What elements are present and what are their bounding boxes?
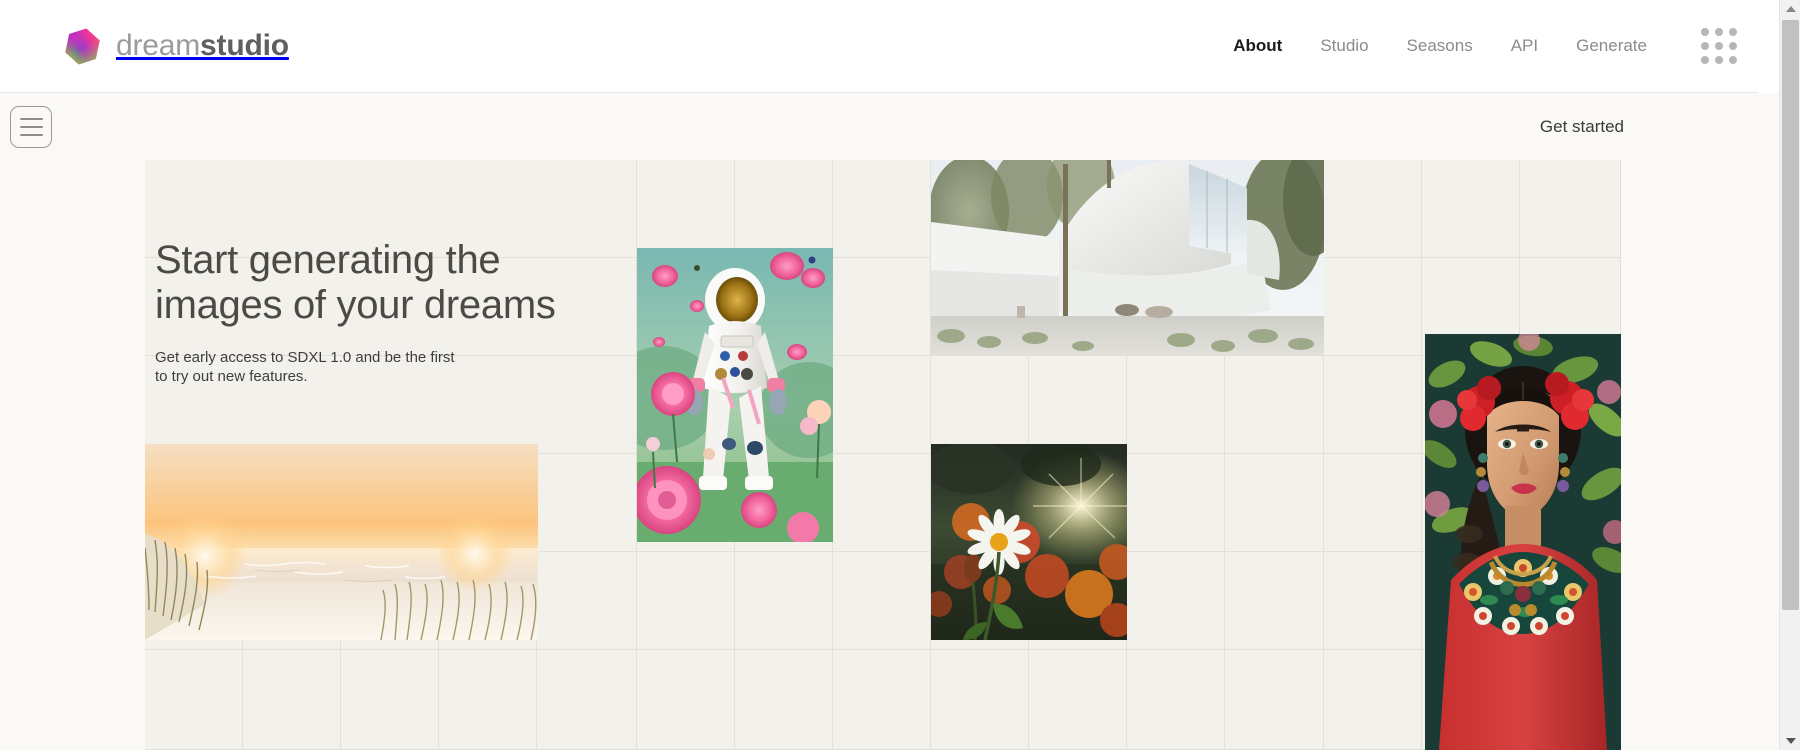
nav-item-about[interactable]: About [1233,36,1282,56]
gallery-tile-frida-portrait[interactable] [1425,334,1621,750]
brand-name-first: dream [116,29,201,62]
architecture-white-pavilion-image [931,160,1324,356]
apps-grid-icon[interactable] [1701,28,1737,64]
astronaut-in-roses-image [637,248,833,542]
beach-dune-sunset-image [145,444,538,640]
image-grid: Start generating the images of your drea… [145,160,1621,750]
top-navigation-bar: dreamstudio About Studio Seasons API Gen… [0,0,1779,93]
vertical-scrollbar[interactable] [1779,0,1800,750]
hexagon-gradient-logo-icon [62,26,103,67]
hero-subtext-line-2: to try out new features. [155,368,308,386]
hero-subtext: Get early access to SDXL 1.0 and be the … [155,348,485,387]
secondary-bar: Get started [0,93,1779,160]
hamburger-line-1 [19,117,43,120]
browser-page: dreamstudio About Studio Seasons API Gen… [0,0,1800,750]
brand-logo-link[interactable]: dreamstudio [62,26,289,67]
daisy-meadow-sunlight-image [931,444,1127,640]
gallery-tile-daisy-meadow-sunlight[interactable] [931,444,1127,640]
page-title: Start generating the images of your drea… [155,238,585,328]
scrollbar-gutter-top [1758,0,1779,93]
hamburger-menu-icon[interactable] [10,105,52,148]
hero-section: Start generating the images of your drea… [0,160,1779,750]
gallery-tile-beach-dune-sunset[interactable] [145,444,538,640]
gallery-tile-astronaut-in-roses[interactable] [637,248,833,542]
gallery-tile-architecture-white-pavilion[interactable] [931,160,1324,356]
hero-heading-line-1: Start generating the [155,238,501,282]
nav-item-studio[interactable]: Studio [1320,36,1368,56]
nav-item-generate[interactable]: Generate [1576,36,1647,56]
nav-item-api[interactable]: API [1511,36,1538,56]
hero-subtext-line-1: Get early access to SDXL 1.0 and be the … [155,348,455,366]
brand-name: dreamstudio [116,29,289,63]
brand-name-second: studio [200,29,289,62]
hero-copy: Start generating the images of your drea… [155,238,585,387]
scrollbar-thumb[interactable] [1782,20,1799,610]
hamburger-line-3 [19,133,43,136]
primary-nav: About Studio Seasons API Generate [1233,28,1779,64]
scroll-down-arrow[interactable] [1780,732,1800,750]
hamburger-line-2 [19,125,43,128]
nav-item-seasons[interactable]: Seasons [1407,36,1473,56]
scroll-up-arrow[interactable] [1780,0,1800,18]
hero-heading-line-2: images of your dreams [155,282,556,327]
get-started-button[interactable]: Get started [1540,117,1624,137]
frida-portrait-image [1425,334,1621,750]
